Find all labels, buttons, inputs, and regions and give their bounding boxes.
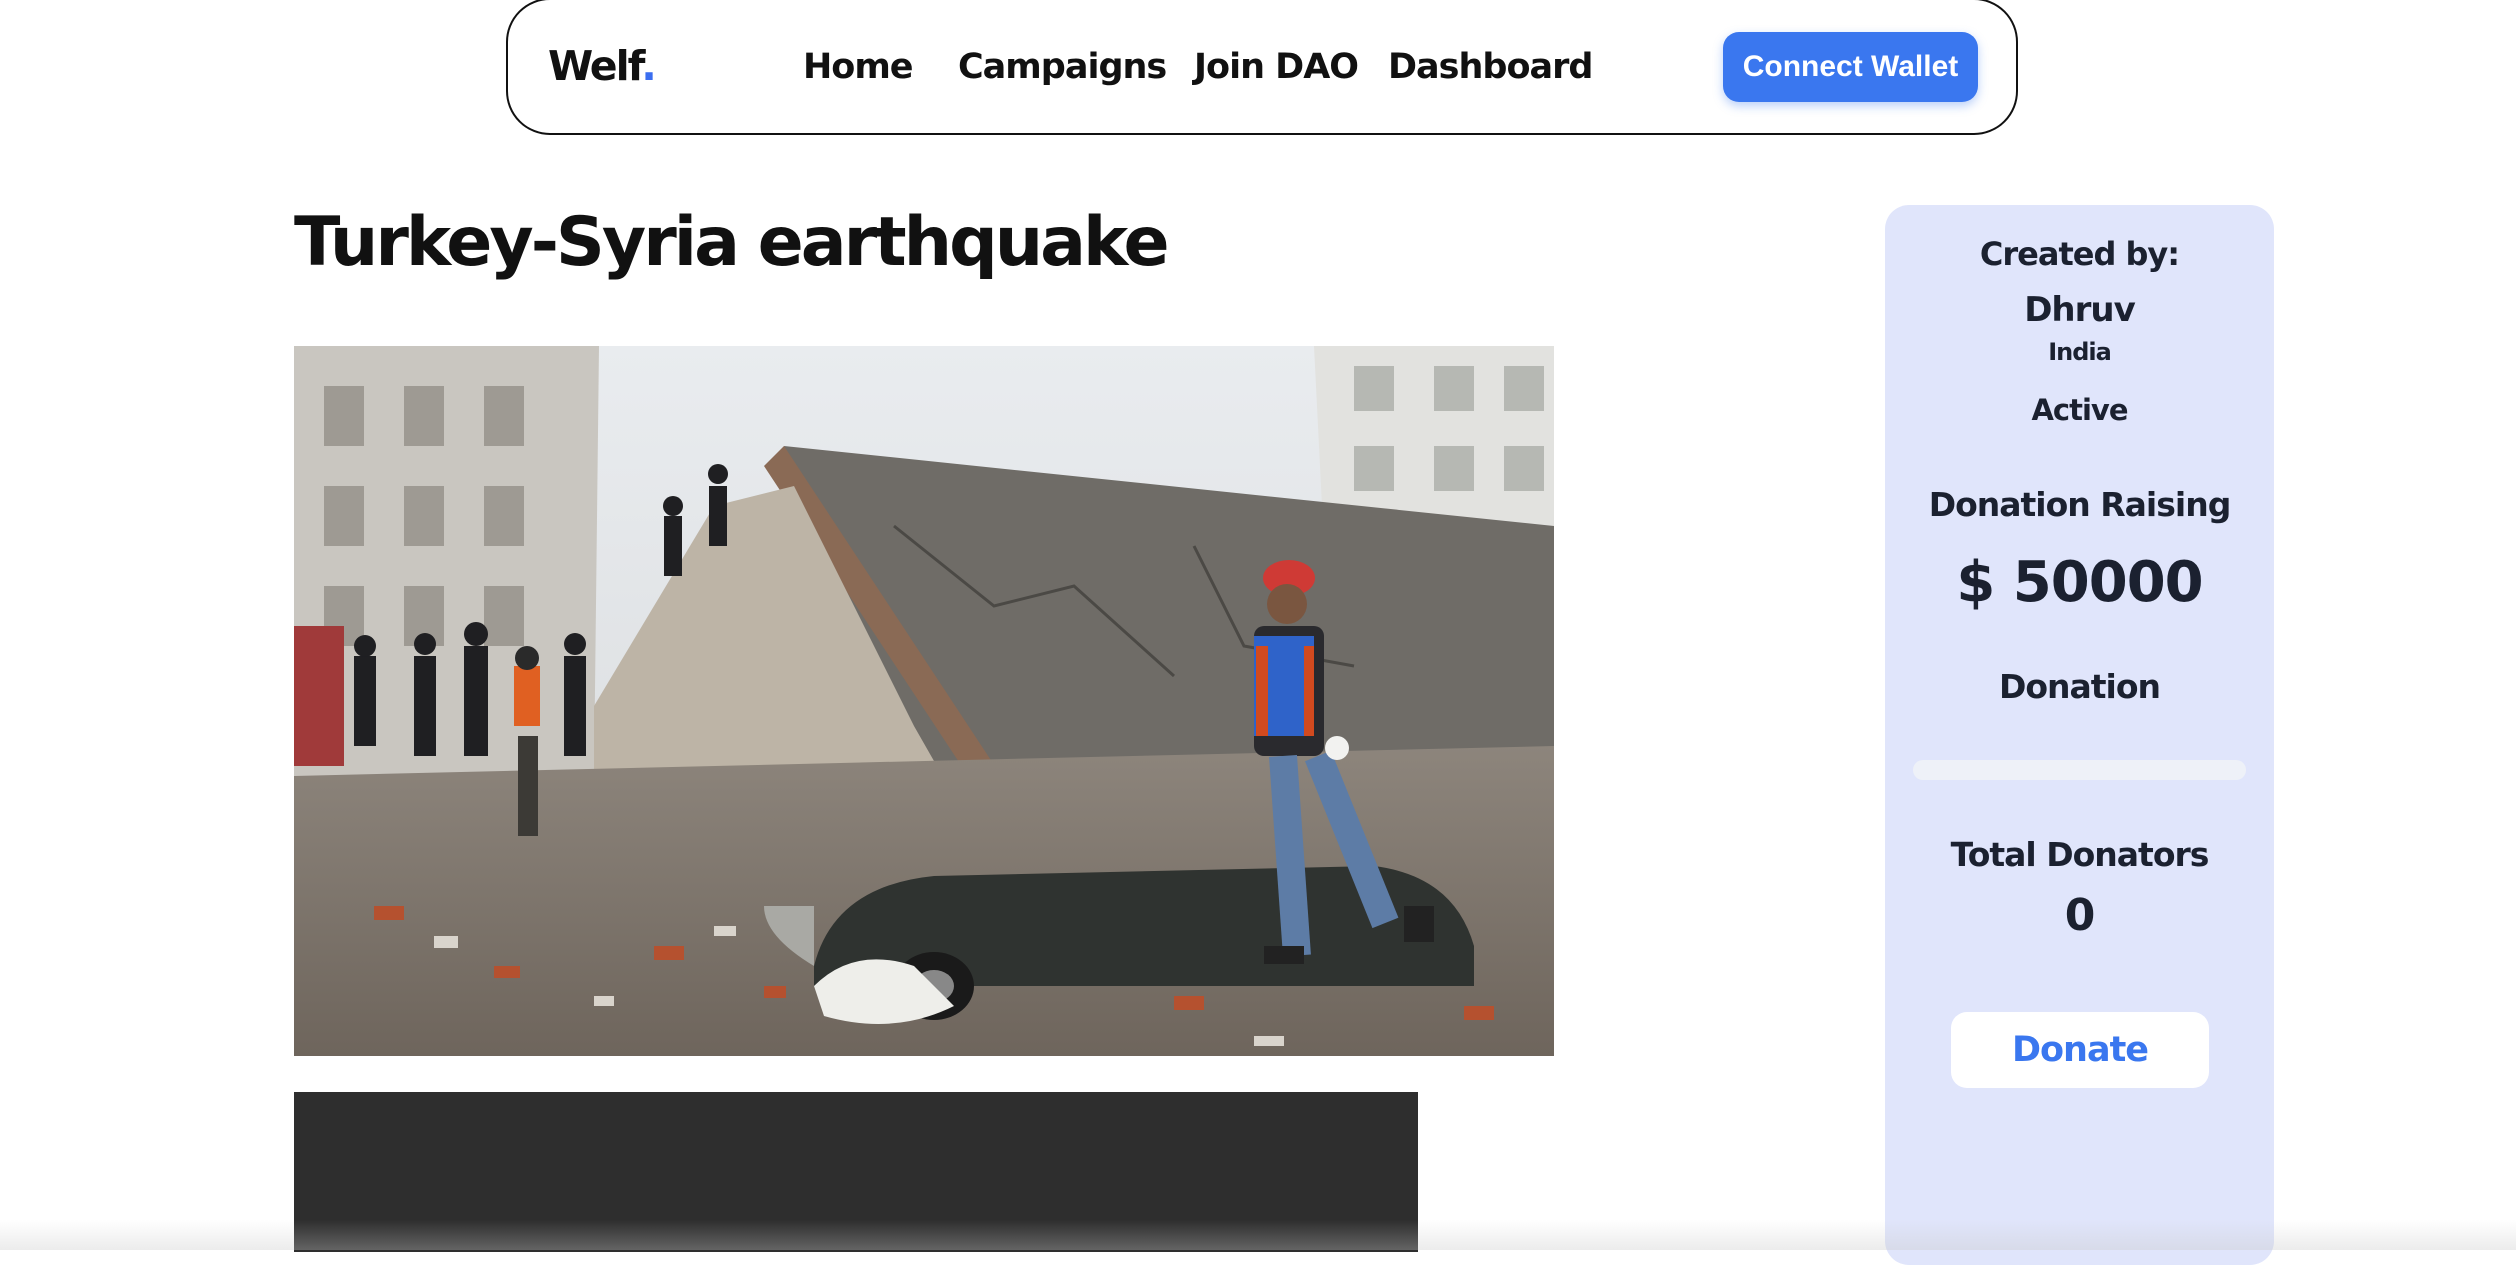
nav-link-campaigns[interactable]: Campaigns <box>958 47 1167 87</box>
created-by-label: Created by: <box>1979 235 2180 273</box>
campaign-sidebar: Created by: Dhruv India Active Donation … <box>1885 205 2274 1265</box>
campaign-photo <box>294 346 1554 1056</box>
connect-wallet-button[interactable]: Connect Wallet <box>1723 32 1978 102</box>
video-player-placeholder[interactable] <box>294 1092 1418 1252</box>
top-navbar: Welf. Home Campaigns Join DAO Dashboard … <box>506 0 2018 135</box>
donation-goal-amount: $ 50000 <box>1956 550 2203 615</box>
total-donators-count: 0 <box>2064 890 2096 941</box>
nav-link-home[interactable]: Home <box>803 47 914 87</box>
nav-link-dashboard[interactable]: Dashboard <box>1388 47 1593 87</box>
donation-progress-bar <box>1913 760 2246 780</box>
nav-link-join-dao[interactable]: Join DAO <box>1194 47 1359 87</box>
total-donators-label: Total Donators <box>1950 835 2210 874</box>
creator-name: Dhruv <box>2024 290 2136 330</box>
campaign-title: Turkey-Syria earthquake <box>294 203 1170 282</box>
donation-label: Donation <box>1998 667 2161 706</box>
donate-button[interactable]: Donate <box>1951 1012 2209 1088</box>
earthquake-rubble-photo-icon <box>294 346 1554 1056</box>
logo-dot: . <box>641 42 657 90</box>
creator-country: India <box>2048 338 2112 366</box>
logo-text: Welf <box>548 42 643 90</box>
donation-raising-label: Donation Raising <box>1928 485 2232 524</box>
welf-logo[interactable]: Welf. <box>548 42 657 90</box>
campaign-status: Active <box>2031 393 2128 427</box>
